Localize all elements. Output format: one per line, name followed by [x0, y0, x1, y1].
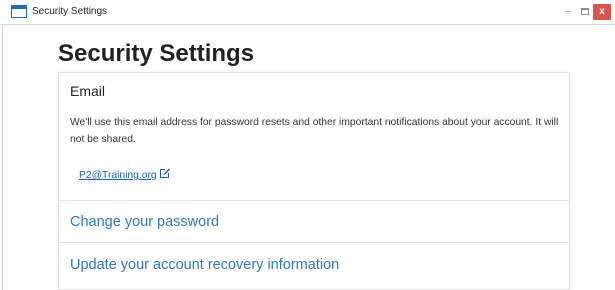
email-section: Email We'll use this email address for p…	[59, 73, 569, 201]
email-description: We'll use this email address for passwor…	[70, 117, 559, 145]
maximize-button[interactable]	[577, 4, 593, 20]
recovery-section: Update your account recovery information	[59, 243, 569, 289]
window-title: Security Settings	[32, 6, 108, 17]
email-address: P2@Training.org	[79, 170, 157, 181]
title-bar: Security Settings – x	[0, 0, 615, 25]
email-heading: Email	[70, 83, 106, 99]
security-settings-card: Email We'll use this email address for p…	[58, 72, 570, 290]
password-section: Change your password	[59, 201, 569, 243]
window-app-icon	[11, 5, 27, 18]
window-left-edge	[2, 25, 3, 290]
edit-icon	[159, 168, 170, 178]
email-address-link[interactable]: P2@Training.org	[79, 167, 171, 181]
update-recovery-link[interactable]: Update your account recovery information	[70, 257, 339, 273]
minimize-button[interactable]: –	[560, 4, 576, 20]
close-button[interactable]: x	[593, 4, 611, 20]
maximize-icon	[581, 7, 589, 15]
page-title: Security Settings	[58, 40, 255, 67]
change-password-link[interactable]: Change your password	[70, 214, 219, 230]
